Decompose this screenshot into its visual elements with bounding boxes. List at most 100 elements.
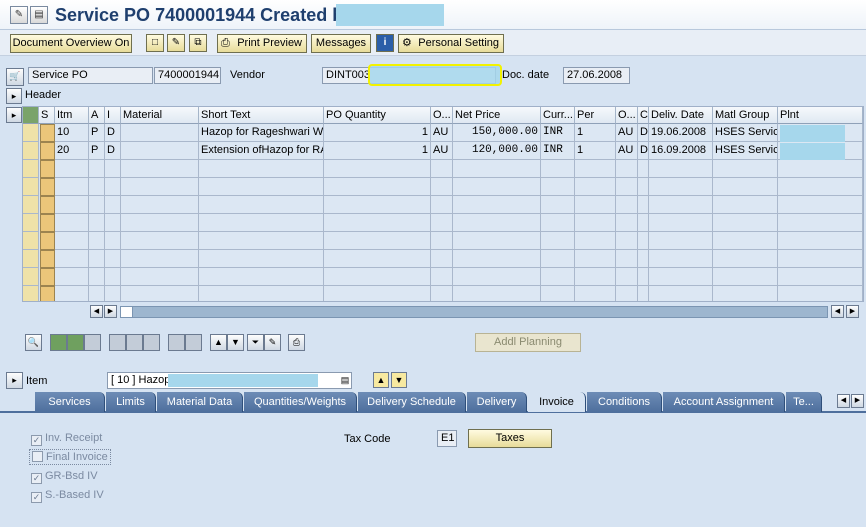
empty-cell[interactable] [453,196,541,214]
select-all-grid-icon[interactable] [50,334,67,351]
cell-i[interactable]: D [105,142,121,160]
row-status-cell[interactable] [40,196,55,214]
empty-cell[interactable] [453,178,541,196]
cell-matl-group[interactable]: HSES Service [713,124,778,142]
empty-cell[interactable] [89,178,105,196]
col-order-unit[interactable]: O... [431,107,453,124]
empty-cell[interactable] [199,250,324,268]
empty-cell[interactable] [89,286,105,301]
empty-cell[interactable] [616,196,638,214]
col-matl-group[interactable]: Matl Group [713,107,778,124]
empty-cell[interactable] [121,250,199,268]
display-change-icon[interactable]: ✎ [10,6,28,24]
empty-cell[interactable] [199,214,324,232]
empty-cell[interactable] [778,286,863,301]
cell-deliv-date[interactable]: 19.06.2008 [649,124,713,142]
empty-cell[interactable] [541,178,575,196]
edit-icon[interactable]: ✎ [167,34,185,52]
empty-cell[interactable] [121,214,199,232]
sort-desc-icon[interactable]: ▼ [227,334,244,351]
cell-material[interactable] [121,124,199,142]
scroll-left-icon[interactable]: ◀ [90,305,103,318]
empty-cell[interactable] [541,196,575,214]
empty-cell[interactable] [105,286,121,301]
empty-cell[interactable] [713,178,778,196]
empty-cell[interactable] [541,160,575,178]
empty-cell[interactable] [431,232,453,250]
tab-conditions[interactable]: Conditions [587,392,662,412]
cell-itm[interactable]: 10 [55,124,89,142]
col-net-price[interactable]: Net Price [453,107,541,124]
empty-cell[interactable] [713,160,778,178]
empty-cell[interactable] [55,160,89,178]
empty-cell[interactable] [541,214,575,232]
empty-cell[interactable] [575,178,616,196]
empty-cell[interactable] [199,196,324,214]
empty-cell[interactable] [541,232,575,250]
row-selector[interactable] [23,250,39,268]
row-selector[interactable] [23,178,39,196]
col-short-text[interactable]: Short Text [199,107,324,124]
empty-cell[interactable] [431,178,453,196]
cell-per[interactable]: 1 [575,142,616,160]
col-plnt[interactable]: Plnt [778,107,863,124]
cell-material[interactable] [121,142,199,160]
cell-per[interactable]: 1 [575,124,616,142]
empty-cell[interactable] [105,160,121,178]
empty-cell[interactable] [713,250,778,268]
col-itm[interactable]: Itm [55,107,89,124]
empty-cell[interactable] [324,178,431,196]
empty-cell[interactable] [638,232,649,250]
empty-cell[interactable] [713,286,778,301]
addl-planning-button[interactable]: Addl Planning [475,333,581,352]
row-status-cell[interactable] [40,214,55,232]
new-doc-icon[interactable]: □ [146,34,164,52]
empty-cell[interactable] [649,196,713,214]
empty-cell[interactable] [713,196,778,214]
empty-cell[interactable] [575,232,616,250]
cell-c[interactable]: D [638,142,649,160]
col-c[interactable]: C [638,107,649,124]
empty-cell[interactable] [616,160,638,178]
row-selector[interactable] [23,286,39,301]
empty-cell[interactable] [121,232,199,250]
cell-po-quantity[interactable]: 1 [324,142,431,160]
scroll-right-icon[interactable]: ▶ [104,305,117,318]
empty-cell[interactable] [199,232,324,250]
empty-cell[interactable] [55,232,89,250]
empty-cell[interactable] [616,178,638,196]
empty-cell[interactable] [105,214,121,232]
row-selector[interactable] [23,142,39,160]
empty-cell[interactable] [453,160,541,178]
col-per[interactable]: Per [575,107,616,124]
info-icon[interactable]: i [376,34,394,52]
empty-cell[interactable] [105,232,121,250]
col-deliv-date[interactable]: Deliv. Date [649,107,713,124]
cell-po-quantity[interactable]: 1 [324,124,431,142]
empty-cell[interactable] [121,196,199,214]
col-a[interactable]: A [89,107,105,124]
empty-cell[interactable] [713,232,778,250]
empty-cell[interactable] [575,250,616,268]
taxes-button[interactable]: Taxes [468,429,552,448]
empty-cell[interactable] [121,268,199,286]
filter-edit-icon[interactable]: ✎ [264,334,281,351]
po-number-field[interactable]: 7400001944 [154,67,221,84]
empty-cell[interactable] [649,232,713,250]
empty-cell[interactable] [541,286,575,301]
col-s[interactable]: S [39,107,55,124]
cell-order-price-unit[interactable]: AU [616,142,638,160]
save-icon[interactable]: ▤ [30,6,48,24]
col-po-quantity[interactable]: PO Quantity [324,107,431,124]
cell-i[interactable]: D [105,124,121,142]
empty-cell[interactable] [89,160,105,178]
empty-cell[interactable] [199,268,324,286]
header-section-label[interactable]: Header [25,89,61,101]
header-icon[interactable]: ▸ [6,88,22,104]
select-all-icon[interactable] [23,107,39,124]
s-based-iv-checkbox[interactable]: ✓ S.-Based IV [31,489,104,503]
tab-invoice[interactable]: Invoice [528,392,586,412]
empty-cell[interactable] [638,214,649,232]
row-selector[interactable] [23,268,39,286]
empty-cell[interactable] [55,268,89,286]
